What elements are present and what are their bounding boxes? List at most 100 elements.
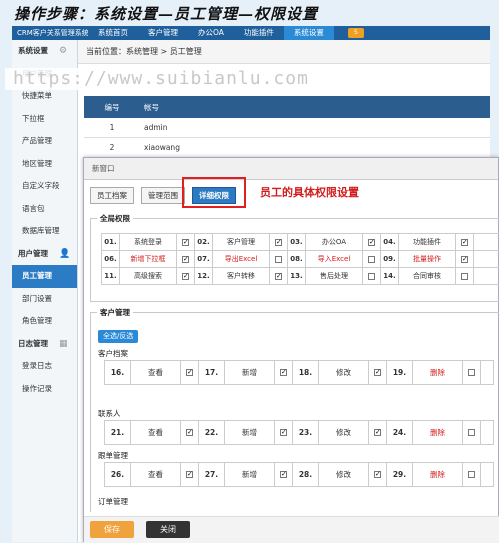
checkbox[interactable] — [280, 471, 287, 478]
permission-label: 高级搜索 — [120, 268, 177, 284]
section-title: 跟单管理 — [98, 451, 128, 460]
sidebar-item-14[interactable]: 登录日志 — [12, 355, 77, 378]
permission-row: 11.高级搜索 12.客户转移 13.售后处理 14.合同审核 — [102, 268, 499, 285]
permission-number: 13. — [288, 268, 306, 284]
permission-number: 19. — [387, 361, 413, 384]
permission-checkbox-cell — [456, 234, 474, 250]
permission-label: 客户管理 — [213, 234, 270, 250]
sidebar-item-label: 下拉框 — [22, 113, 45, 123]
table-cell: 2 — [109, 143, 115, 152]
sidebar-item-label: 操作记录 — [22, 383, 52, 393]
checkbox[interactable] — [461, 238, 468, 246]
table-row[interactable]: 2 xiaowang — [84, 138, 490, 158]
section-permission-grid: 21.查看 22.新增 23.修改 24.删除 — [104, 420, 494, 445]
sidebar-group-9: 用户管理 👤 — [12, 243, 77, 266]
checkbox[interactable] — [468, 471, 475, 478]
sidebar-item-6[interactable]: 自定义字段 — [12, 175, 77, 198]
permission-label: 修改 — [319, 421, 369, 444]
permission-checkbox-cell — [270, 251, 288, 267]
table-header: 编号 帐号 — [84, 96, 490, 118]
modal-tab-1[interactable]: 管理范围 — [141, 186, 185, 204]
permission-checkbox-cell — [369, 361, 387, 384]
permission-number: 12. — [195, 268, 213, 284]
permission-checkbox-cell — [181, 463, 199, 486]
checkbox[interactable] — [468, 369, 475, 376]
permission-checkbox-cell — [275, 463, 293, 486]
sidebar-item-10[interactable]: 员工管理 — [12, 265, 77, 288]
permission-label: 售后处理 — [306, 268, 363, 284]
sidebar-item-4[interactable]: 产品管理 — [12, 130, 77, 153]
sidebar: 系统设置 ⚙ 用户管理 快捷菜单下拉框产品管理地区管理自定义字段语言包数据库管理用户管… — [12, 40, 78, 542]
mail-icon[interactable]: 5 — [347, 28, 364, 38]
sidebar-item-12[interactable]: 角色管理 — [12, 310, 77, 333]
permission-label: 导入Excel — [306, 251, 363, 267]
permission-number: 07. — [195, 251, 213, 267]
checkbox[interactable] — [275, 238, 282, 246]
permission-checkbox-cell — [177, 251, 195, 267]
permission-checkbox-cell — [369, 421, 387, 444]
global-permissions-fieldset: 全局权限 01.系统登录02.客户管理03.办公OA04.功能插件06.新增下拉… — [90, 213, 499, 302]
column-header: 帐号 — [144, 102, 159, 112]
checkbox[interactable] — [186, 429, 193, 436]
table-row[interactable]: 1 admin — [84, 118, 490, 138]
permission-checkbox-cell — [463, 361, 481, 384]
sidebar-item-7[interactable]: 语言包 — [12, 198, 77, 221]
permission-checkbox-cell — [369, 463, 387, 486]
nav-tab-0[interactable]: 系统首页 — [88, 26, 138, 40]
user-icon: 👤 — [59, 248, 71, 259]
checkbox[interactable] — [374, 429, 381, 436]
checkbox[interactable] — [374, 369, 381, 376]
permission-checkbox-cell — [270, 234, 288, 250]
checkbox[interactable] — [368, 272, 375, 280]
sidebar-item-11[interactable]: 部门设置 — [12, 288, 77, 311]
modal-tab-0[interactable]: 员工档案 — [90, 186, 134, 204]
permission-number: 08. — [288, 251, 306, 267]
permission-checkbox-cell — [181, 421, 199, 444]
permission-number: 24. — [387, 421, 413, 444]
permission-checkbox-cell — [275, 421, 293, 444]
permission-label: 删除 — [413, 421, 463, 444]
permission-label: 批量操作 — [399, 251, 456, 267]
nav-tab-3[interactable]: 功能插件 — [234, 26, 284, 40]
checkbox[interactable] — [374, 471, 381, 478]
permission-number: 11. — [102, 268, 120, 284]
permission-checkbox-cell — [363, 268, 381, 284]
sidebar-item-3[interactable]: 下拉框 — [12, 108, 77, 131]
sidebar-item-8[interactable]: 数据库管理 — [12, 220, 77, 243]
permission-number: 03. — [288, 234, 306, 250]
permission-number: 02. — [195, 234, 213, 250]
nav-tab-4[interactable]: 系统设置 — [283, 26, 334, 40]
save-button[interactable]: 保存 — [90, 521, 134, 538]
checkbox[interactable] — [280, 429, 287, 436]
checkbox[interactable] — [275, 255, 282, 263]
permission-checkbox-cell — [177, 268, 195, 284]
permission-number: 27. — [199, 463, 225, 486]
nav-tab-2[interactable]: 办公OA — [188, 26, 234, 40]
permission-number: 06. — [102, 251, 120, 267]
sidebar-item-label: 角色管理 — [22, 316, 52, 325]
permission-checkbox-cell — [363, 251, 381, 267]
select-all-button[interactable]: 全选/反选 — [98, 330, 139, 343]
nav-tab-1[interactable]: 客户管理 — [138, 26, 188, 40]
checkbox[interactable] — [186, 369, 193, 376]
checkbox[interactable] — [275, 272, 282, 280]
close-button[interactable]: 关闭 — [146, 521, 190, 538]
permission-label: 新增 — [225, 421, 275, 444]
checkbox[interactable] — [461, 272, 468, 280]
permission-checkbox-cell — [181, 361, 199, 384]
checkbox[interactable] — [461, 255, 468, 263]
checkbox[interactable] — [368, 238, 375, 246]
permission-label: 新增 — [225, 361, 275, 384]
checkbox[interactable] — [182, 272, 189, 280]
column-header: 编号 — [104, 102, 120, 112]
permission-row: 06.新增下拉框 07.导出Excel 08.导入Excel 09.批量操作 — [102, 251, 499, 268]
checkbox[interactable] — [368, 255, 375, 263]
checkbox[interactable] — [280, 369, 287, 376]
sidebar-item-5[interactable]: 地区管理 — [12, 153, 77, 176]
permission-label: 删除 — [413, 361, 463, 384]
sidebar-item-15[interactable]: 操作记录 — [12, 378, 77, 401]
checkbox[interactable] — [186, 471, 193, 478]
checkbox[interactable] — [182, 255, 189, 263]
checkbox[interactable] — [468, 429, 475, 436]
checkbox[interactable] — [182, 238, 189, 246]
